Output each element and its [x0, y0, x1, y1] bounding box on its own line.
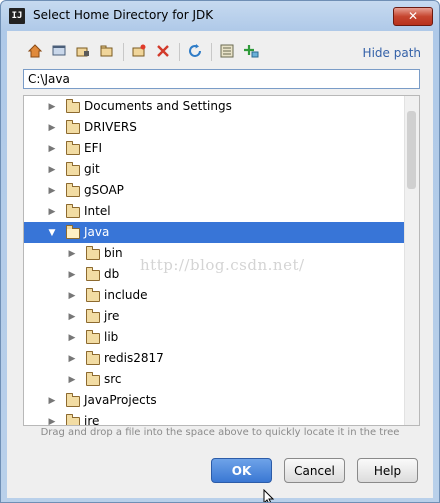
expand-arrow-right-icon[interactable]: ▶ — [46, 411, 58, 426]
project-folder-icon[interactable] — [75, 43, 91, 59]
tree-item-label: redis2817 — [104, 351, 164, 365]
tree-item[interactable]: ▶ gSOAP — [24, 180, 405, 201]
toolbar-separator — [123, 43, 124, 61]
dialog-window: IJ Select Home Directory for JDK ✕ Hide … — [0, 0, 440, 503]
expand-arrow-right-icon[interactable]: ▶ — [46, 138, 58, 159]
help-button[interactable]: Help — [357, 458, 418, 483]
title-bar[interactable]: IJ Select Home Directory for JDK ✕ — [1, 1, 439, 31]
folder-icon — [66, 183, 80, 197]
tree-item[interactable]: ▶ EFI — [24, 138, 405, 159]
dialog-title: Select Home Directory for JDK — [33, 8, 214, 22]
folder-icon — [66, 393, 80, 407]
tree-item-label: gSOAP — [84, 183, 124, 197]
tree-item-label: bin — [104, 246, 123, 260]
tree-item[interactable]: ▶ git — [24, 159, 405, 180]
hide-path-link[interactable]: Hide path — [363, 46, 421, 60]
folder-icon — [66, 99, 80, 113]
expand-arrow-right-icon[interactable]: ▶ — [46, 201, 58, 222]
tree-item-label: DRIVERS — [84, 120, 137, 134]
folder-icon — [66, 141, 80, 155]
tree-item[interactable]: ▶ Intel — [24, 201, 405, 222]
expand-arrow-right-icon[interactable]: ▶ — [66, 243, 78, 264]
tree-scrollbar[interactable] — [404, 96, 419, 425]
tree-item[interactable]: ▶ include — [24, 285, 405, 306]
tree-item-label: Intel — [84, 204, 111, 218]
tree-item[interactable]: ▶ jre — [24, 306, 405, 327]
folder-icon — [86, 372, 100, 386]
toolbar-separator — [211, 43, 212, 61]
tree-item-label: include — [104, 288, 148, 302]
folder-icon — [86, 330, 100, 344]
folder-icon — [66, 204, 80, 218]
watermark-text: http://blog.csdn.net/ — [140, 256, 305, 274]
tree-item-label: db — [104, 267, 120, 281]
expand-arrow-right-icon[interactable]: ▶ — [46, 96, 58, 117]
delete-icon[interactable] — [155, 43, 171, 59]
folder-icon — [86, 351, 100, 365]
expand-arrow-right-icon[interactable]: ▶ — [66, 369, 78, 390]
folder-icon — [86, 246, 100, 260]
expand-arrow-right-icon[interactable]: ▶ — [46, 180, 58, 201]
toolbar: Hide path — [7, 37, 433, 65]
tree-item[interactable]: ▶ redis2817 — [24, 348, 405, 369]
tree-item-label: EFI — [84, 141, 103, 155]
expand-arrow-right-icon[interactable]: ▶ — [66, 264, 78, 285]
tree-item-label: JavaProjects — [84, 393, 157, 407]
expand-arrow-right-icon[interactable]: ▶ — [46, 390, 58, 411]
tree-item[interactable]: ▶ lib — [24, 327, 405, 348]
folder-icon — [66, 162, 80, 176]
expand-arrow-right-icon[interactable]: ▶ — [46, 117, 58, 138]
tree-item-label: src — [104, 372, 122, 386]
tree-item[interactable]: ▶ src — [24, 369, 405, 390]
folder-icon — [86, 309, 100, 323]
scrollbar-thumb[interactable] — [407, 111, 416, 189]
drag-drop-hint: Drag and drop a file into the space abov… — [40, 427, 400, 438]
expand-arrow-right-icon[interactable]: ▶ — [66, 306, 78, 327]
tree-item-label: lib — [104, 330, 119, 344]
tree-item[interactable]: ▼ Java — [24, 222, 405, 243]
close-button[interactable]: ✕ — [393, 7, 433, 26]
desktop-icon[interactable] — [51, 43, 67, 59]
tree-item[interactable]: ▶ jre — [24, 411, 405, 426]
folder-icon — [86, 288, 100, 302]
cancel-button[interactable]: Cancel — [284, 458, 345, 483]
intellij-app-icon: IJ — [9, 8, 25, 24]
expand-arrow-right-icon[interactable]: ▶ — [66, 285, 78, 306]
tree-item-label: git — [84, 162, 100, 176]
path-input[interactable]: C:\Java — [23, 69, 420, 89]
dialog-content: Hide path C:\Java ▶ Documents and Setting… — [7, 31, 433, 502]
refresh-icon[interactable] — [187, 43, 203, 59]
expand-arrow-right-icon[interactable]: ▶ — [66, 348, 78, 369]
tree-item[interactable]: ▶ JavaProjects — [24, 390, 405, 411]
add-icon[interactable] — [243, 43, 259, 59]
ok-button[interactable]: OK — [211, 458, 272, 483]
module-folder-icon[interactable] — [99, 43, 115, 59]
directory-tree[interactable]: ▶ Documents and Settings ▶ DRIVERS ▶ EFI ▶ git ▶… — [23, 95, 420, 426]
tree-item-label: Documents and Settings — [84, 99, 232, 113]
mouse-cursor-icon — [263, 488, 275, 502]
show-hidden-icon[interactable] — [219, 43, 235, 59]
tree-item-label: jre — [104, 309, 120, 323]
home-icon[interactable] — [27, 43, 43, 59]
folder-icon — [66, 225, 80, 239]
new-folder-icon[interactable] — [131, 43, 147, 59]
tree-item[interactable]: ▶ DRIVERS — [24, 117, 405, 138]
tree-item-label: jre — [84, 414, 100, 426]
expand-arrow-down-icon[interactable]: ▼ — [46, 222, 58, 243]
tree-item-label: Java — [84, 225, 110, 239]
expand-arrow-right-icon[interactable]: ▶ — [66, 327, 78, 348]
toolbar-separator — [179, 43, 180, 61]
expand-arrow-right-icon[interactable]: ▶ — [46, 159, 58, 180]
folder-icon — [66, 120, 80, 134]
folder-icon — [86, 267, 100, 281]
folder-icon — [66, 414, 80, 425]
tree-item[interactable]: ▶ Documents and Settings — [24, 96, 405, 117]
